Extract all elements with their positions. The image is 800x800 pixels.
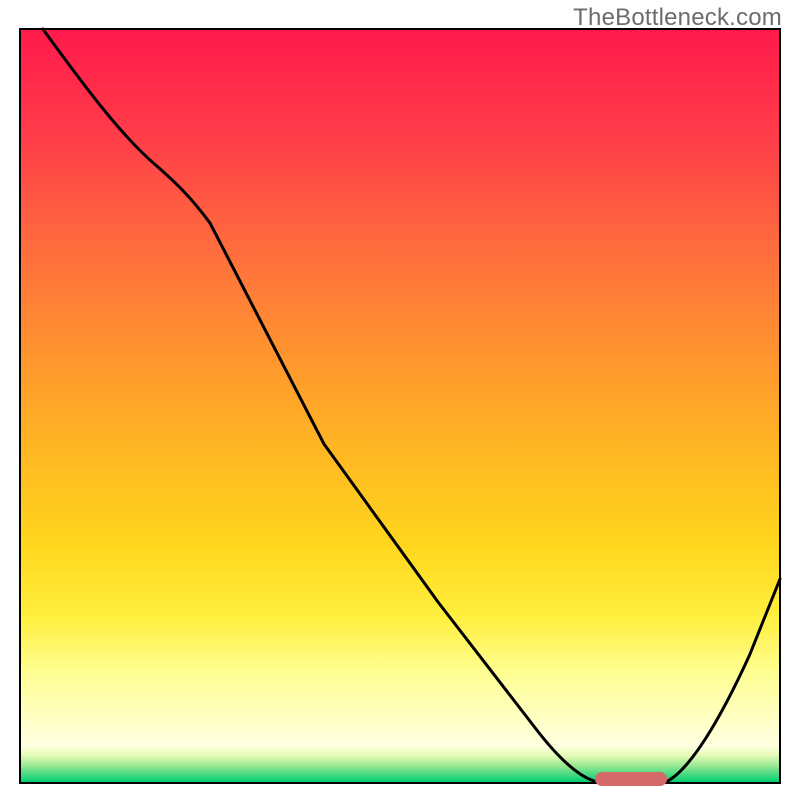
- plot-area: [20, 29, 780, 783]
- optimal-marker: [595, 772, 667, 786]
- gradient-main: [21, 30, 779, 746]
- chart-container: TheBottleneck.com: [0, 0, 800, 800]
- bottleneck-chart: [0, 0, 800, 800]
- watermark-text: TheBottleneck.com: [573, 4, 782, 32]
